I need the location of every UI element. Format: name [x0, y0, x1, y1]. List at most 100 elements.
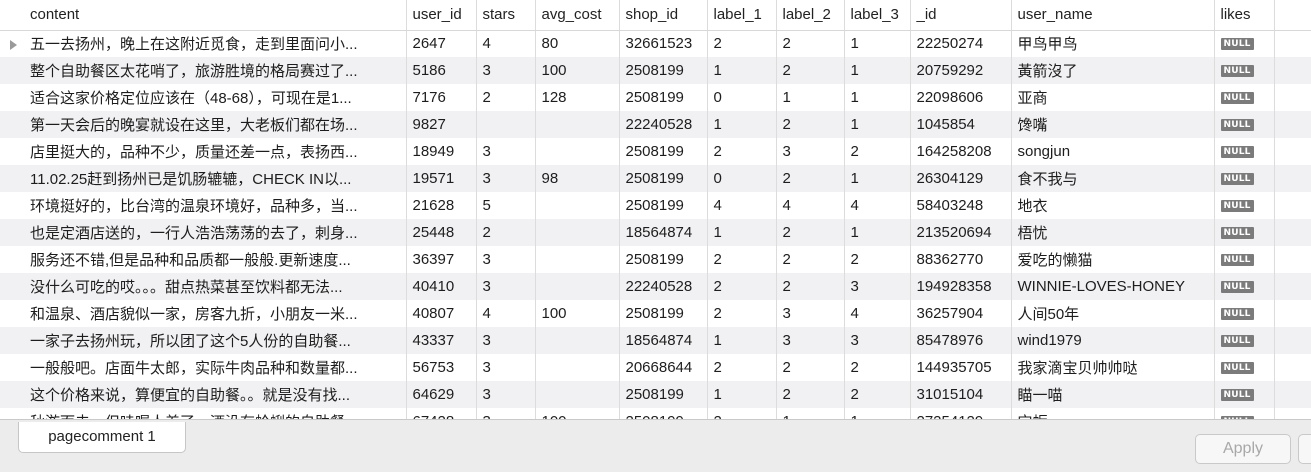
cell-user-id[interactable]: 64629 [406, 381, 477, 408]
cell--id[interactable]: 85478976 [910, 327, 1012, 354]
cell-user-id[interactable]: 40807 [406, 300, 477, 327]
cell-content[interactable]: 没什么可吃的哎。。。甜点热菜甚至饮料都无法... [0, 273, 407, 300]
cell-stars[interactable]: 3 [476, 381, 536, 408]
cell-shop-id[interactable]: 18564874 [619, 219, 708, 246]
cell-shop-id[interactable]: 2508199 [619, 246, 708, 273]
cell-content[interactable]: 店里挺大的，品种不少，质量还差一点，表扬西... [0, 138, 407, 165]
cell-likes[interactable]: NULL [1214, 246, 1275, 273]
cell-stars[interactable]: 4 [476, 30, 536, 57]
cell-user-id[interactable]: 21628 [406, 192, 477, 219]
table-row[interactable]: 环境挺好的，比台湾的温泉环境好，品种多，当... 21628 5 2508199 4 4 4… [0, 192, 1311, 219]
cell-shop-id[interactable]: 20668644 [619, 354, 708, 381]
cell-label-2[interactable]: 2 [776, 273, 845, 300]
table-row[interactable]: 和温泉、酒店貌似一家，房客九折，小朋友一米... 40807 4 100 2508199… [0, 300, 1311, 327]
cell--id[interactable]: 27254129 [910, 408, 1012, 419]
cell-user-id[interactable]: 2647 [406, 30, 477, 57]
cell-shop-id[interactable]: 2508199 [619, 138, 708, 165]
cell-user-id[interactable]: 9827 [406, 111, 477, 138]
cell--id[interactable]: 36257904 [910, 300, 1012, 327]
cell-label-3[interactable]: 3 [844, 273, 911, 300]
cell-likes[interactable]: NULL [1214, 408, 1275, 419]
cell-label-3[interactable]: 4 [844, 300, 911, 327]
results-grid[interactable]: content user_id stars avg_cost shop_id label_… [0, 0, 1311, 419]
cell-likes[interactable]: NULL [1214, 57, 1275, 84]
cell-label-3[interactable]: 1 [844, 111, 911, 138]
cell-label-3[interactable]: 1 [844, 84, 911, 111]
cell-content[interactable]: 服务还不错,但是品种和品质都一般般.更新速度... [0, 246, 407, 273]
cell-content[interactable]: 一般般吧。店面牛太郎，实际牛肉品种和数量都... [0, 354, 407, 381]
cell--id[interactable]: 194928358 [910, 273, 1012, 300]
cell-label-1[interactable]: 2 [707, 300, 777, 327]
cell-shop-id[interactable]: 2508199 [619, 300, 708, 327]
cell-content[interactable]: 这个价格来说，算便宜的自助餐。。就是没有找... [0, 381, 407, 408]
cell-label-2[interactable]: 3 [776, 300, 845, 327]
cell-user-name[interactable]: 人间50年 [1011, 300, 1215, 327]
cell-stars[interactable]: 3 [476, 408, 536, 419]
cell-label-2[interactable]: 3 [776, 138, 845, 165]
cell-stars[interactable]: 3 [476, 165, 536, 192]
cell-content[interactable]: 整个自助餐区太花哨了，旅游胜境的格局赛过了... [0, 57, 407, 84]
cell-avg-cost[interactable] [535, 327, 620, 354]
table-row[interactable]: 一般般吧。店面牛太郎，实际牛肉品种和数量都... 56753 3 20668644 2 2… [0, 354, 1311, 381]
cell-likes[interactable]: NULL [1214, 354, 1275, 381]
table-row[interactable]: 整个自助餐区太花哨了，旅游胜境的格局赛过了... 5186 3 100 2508199 1… [0, 57, 1311, 84]
cell-label-3[interactable]: 1 [844, 219, 911, 246]
cell-avg-cost[interactable] [535, 273, 620, 300]
cell-likes[interactable]: NULL [1214, 219, 1275, 246]
cell-label-2[interactable]: 2 [776, 219, 845, 246]
cell-likes[interactable]: NULL [1214, 30, 1275, 57]
cell-stars[interactable]: 3 [476, 273, 536, 300]
cell-user-name[interactable]: 食不我与 [1011, 165, 1215, 192]
cell-label-2[interactable]: 2 [776, 111, 845, 138]
cell-likes[interactable]: NULL [1214, 192, 1275, 219]
cell-avg-cost[interactable] [535, 219, 620, 246]
cell-user-name[interactable]: songjun [1011, 138, 1215, 165]
cell-shop-id[interactable]: 22240528 [619, 273, 708, 300]
column-header-label-2[interactable]: label_2 [776, 0, 845, 31]
cell-shop-id[interactable]: 2508199 [619, 192, 708, 219]
cell--id[interactable]: 1045854 [910, 111, 1012, 138]
cell-shop-id[interactable]: 2508199 [619, 165, 708, 192]
cell-label-1[interactable]: 2 [707, 138, 777, 165]
cell-content[interactable]: 第一天会后的晚宴就设在这里，大老板们都在场... [0, 111, 407, 138]
cell-user-id[interactable]: 67428 [406, 408, 477, 419]
cell-avg-cost[interactable] [535, 138, 620, 165]
cell-label-2[interactable]: 2 [776, 57, 845, 84]
column-header-user-id[interactable]: user_id [406, 0, 477, 31]
cell-label-2[interactable]: 2 [776, 381, 845, 408]
column-header-avg-cost[interactable]: avg_cost [535, 0, 620, 31]
table-row[interactable]: 店里挺大的，品种不少，质量还差一点，表扬西... 18949 3 2508199 2 3 2… [0, 138, 1311, 165]
cell-label-3[interactable]: 1 [844, 30, 911, 57]
cell--id[interactable]: 144935705 [910, 354, 1012, 381]
cell-content[interactable]: 11.02.25赶到扬州已是饥肠辘辘，CHECK IN以... [0, 165, 407, 192]
cell-label-1[interactable]: 1 [707, 219, 777, 246]
cell-label-2[interactable]: 2 [776, 165, 845, 192]
column-header-stars[interactable]: stars [476, 0, 536, 31]
cell-label-1[interactable]: 2 [707, 246, 777, 273]
cell-user-id[interactable]: 36397 [406, 246, 477, 273]
column-header--id[interactable]: _id [910, 0, 1012, 31]
column-header-label-1[interactable]: label_1 [707, 0, 777, 31]
table-row[interactable]: 一家子去扬州玩，所以团了这个5人份的自助餐... 43337 3 18564874 1 3… [0, 327, 1311, 354]
cell-stars[interactable]: 3 [476, 246, 536, 273]
cell-user-name[interactable]: 爱吃的懒猫 [1011, 246, 1215, 273]
cell-shop-id[interactable]: 22240528 [619, 111, 708, 138]
cell-label-3[interactable]: 3 [844, 327, 911, 354]
cell-shop-id[interactable]: 2508199 [619, 381, 708, 408]
cell-content[interactable]: 环境挺好的，比台湾的温泉环境好，品种多，当... [0, 192, 407, 219]
cell-avg-cost[interactable]: 100 [535, 300, 620, 327]
cell-user-id[interactable]: 7176 [406, 84, 477, 111]
cell-user-id[interactable]: 18949 [406, 138, 477, 165]
cell--id[interactable]: 31015104 [910, 381, 1012, 408]
cell-content[interactable]: 和温泉、酒店貌似一家，房客九折，小朋友一米... [0, 300, 407, 327]
tab-pagecomment[interactable]: pagecomment 1 [18, 422, 186, 453]
cell-avg-cost[interactable]: 80 [535, 30, 620, 57]
cell-label-1[interactable]: 1 [707, 381, 777, 408]
cell--id[interactable]: 22098606 [910, 84, 1012, 111]
cell-label-2[interactable]: 2 [776, 354, 845, 381]
column-header-content[interactable]: content [0, 0, 407, 31]
cell-likes[interactable]: NULL [1214, 165, 1275, 192]
cell-avg-cost[interactable] [535, 381, 620, 408]
cell-user-id[interactable]: 25448 [406, 219, 477, 246]
table-row[interactable]: 第一天会后的晚宴就设在这里，大老板们都在场... 9827 22240528 1 2 1 1… [0, 111, 1311, 138]
